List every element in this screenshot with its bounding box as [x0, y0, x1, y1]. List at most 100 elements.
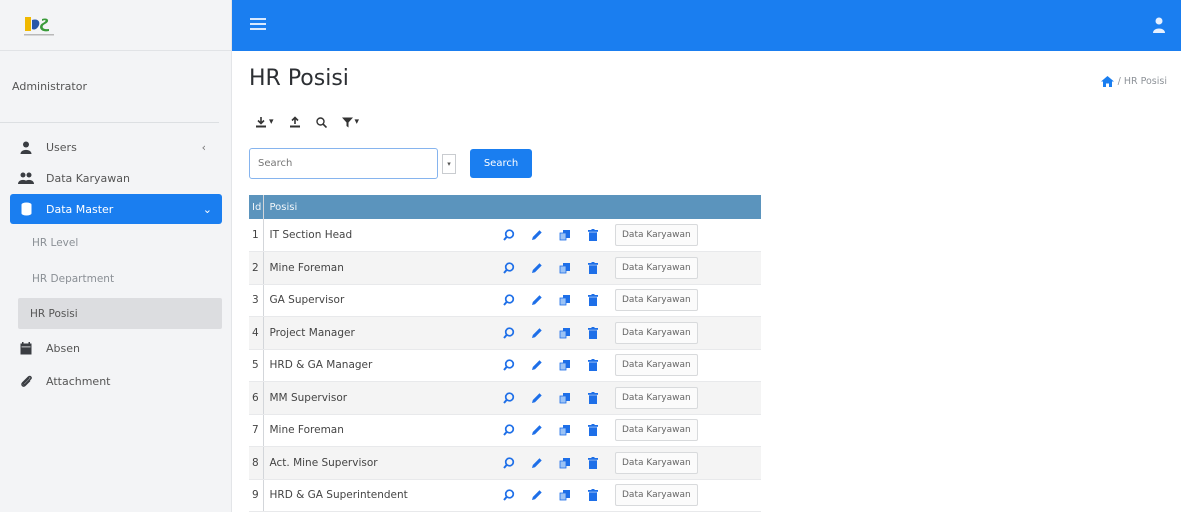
copy-action[interactable]: [551, 381, 579, 415]
trash-icon: [588, 359, 598, 372]
sidebar-item-absen[interactable]: Absen: [0, 333, 232, 364]
trash-icon: [588, 456, 598, 469]
view-action[interactable]: [495, 479, 523, 512]
delete-action[interactable]: [579, 479, 607, 512]
view-action[interactable]: [495, 414, 523, 447]
search-toggle-button[interactable]: [309, 111, 333, 133]
edit-action[interactable]: [523, 479, 551, 512]
filter-icon: [341, 117, 353, 127]
export-button[interactable]: [282, 111, 307, 133]
delete-action[interactable]: [579, 284, 607, 317]
table-row[interactable]: 6 MM Supervisor Data Karyawan: [249, 381, 761, 415]
filter-button[interactable]: ▾: [335, 111, 366, 133]
pencil-icon: [532, 490, 542, 501]
data-karyawan-button[interactable]: Data Karyawan: [615, 224, 698, 246]
delete-action[interactable]: [579, 219, 607, 252]
copy-action[interactable]: [551, 219, 579, 252]
data-karyawan-button[interactable]: Data Karyawan: [615, 354, 698, 377]
table-row[interactable]: 4 Project Manager Data Karyawan: [249, 316, 761, 350]
column-header-id[interactable]: Id: [249, 195, 264, 219]
copy-action[interactable]: [551, 316, 579, 350]
edit-action[interactable]: [523, 446, 551, 480]
delete-action[interactable]: [579, 316, 607, 350]
pencil-icon: [532, 263, 542, 273]
view-action[interactable]: [495, 381, 523, 415]
delete-action[interactable]: [579, 381, 607, 415]
sidebar-subitem-hr-department[interactable]: HR Department: [0, 262, 232, 295]
user-menu-icon[interactable]: [1151, 16, 1167, 34]
view-action[interactable]: [495, 251, 523, 285]
edit-action[interactable]: [523, 381, 551, 415]
edit-action[interactable]: [523, 284, 551, 317]
table-row[interactable]: 8 Act. Mine Supervisor Data Karyawan: [249, 446, 761, 480]
caret-down-icon: ▾: [354, 117, 360, 127]
edit-action[interactable]: [523, 219, 551, 252]
column-header-posisi[interactable]: Posisi: [263, 195, 495, 219]
edit-action[interactable]: [523, 414, 551, 447]
trash-icon: [588, 294, 598, 307]
pencil-icon: [532, 393, 542, 403]
calendar-icon: [18, 341, 34, 357]
table-row[interactable]: 3 GA Supervisor Data Karyawan: [249, 284, 761, 317]
search-button[interactable]: Search: [470, 149, 532, 178]
table-row[interactable]: 9 HRD & GA Superintendent Data Karyawan: [249, 479, 761, 512]
row-button-cell: Data Karyawan: [607, 381, 761, 415]
sidebar-subitem-hr-posisi[interactable]: HR Posisi: [18, 298, 222, 329]
sidebar-item-label: Absen: [46, 342, 80, 355]
data-karyawan-button[interactable]: Data Karyawan: [615, 256, 698, 279]
copy-action[interactable]: [551, 446, 579, 480]
sidebar-item-attachment[interactable]: Attachment: [0, 366, 232, 397]
sidebar-item-data-master[interactable]: Data Master ⌄: [10, 194, 222, 224]
table-row[interactable]: 1 IT Section Head Data Karyawan: [249, 219, 761, 252]
delete-action[interactable]: [579, 414, 607, 447]
delete-action[interactable]: [579, 251, 607, 285]
copy-action[interactable]: [551, 349, 579, 382]
edit-action[interactable]: [523, 251, 551, 285]
top-navbar: [232, 0, 1181, 51]
search-bar: ▾ Search: [249, 148, 532, 179]
sidebar-subitem-hr-level[interactable]: HR Level: [0, 226, 232, 259]
view-icon: [503, 489, 515, 501]
home-icon[interactable]: [1100, 76, 1114, 87]
database-icon: [18, 201, 34, 217]
data-karyawan-button[interactable]: Data Karyawan: [615, 419, 698, 442]
column-header-action: [523, 195, 551, 219]
pencil-icon: [532, 295, 542, 306]
table-row[interactable]: 7 Mine Foreman Data Karyawan: [249, 414, 761, 447]
data-karyawan-button[interactable]: Data Karyawan: [615, 484, 698, 507]
company-logo[interactable]: [22, 11, 56, 39]
import-button[interactable]: ▾: [249, 111, 280, 133]
delete-action[interactable]: [579, 349, 607, 382]
sidebar-item-label: Attachment: [46, 375, 111, 388]
data-karyawan-button[interactable]: Data Karyawan: [615, 451, 698, 474]
view-action[interactable]: [495, 349, 523, 382]
view-action[interactable]: [495, 446, 523, 480]
cell-id: 1: [249, 219, 264, 252]
search-input[interactable]: [249, 148, 438, 179]
table-row[interactable]: 2 Mine Foreman Data Karyawan: [249, 251, 761, 285]
cell-id: 7: [249, 414, 264, 447]
copy-action[interactable]: [551, 479, 579, 512]
sidebar-item-users[interactable]: Users ‹: [0, 132, 232, 163]
copy-action[interactable]: [551, 251, 579, 285]
edit-action[interactable]: [523, 349, 551, 382]
view-action[interactable]: [495, 219, 523, 252]
row-button-cell: Data Karyawan: [607, 316, 761, 350]
data-karyawan-button[interactable]: Data Karyawan: [615, 289, 698, 312]
table-row[interactable]: 5 HRD & GA Manager Data Karyawan: [249, 349, 761, 382]
edit-action[interactable]: [523, 316, 551, 350]
view-action[interactable]: [495, 284, 523, 317]
search-dropdown-toggle[interactable]: ▾: [442, 153, 456, 174]
data-karyawan-button[interactable]: Data Karyawan: [615, 321, 698, 344]
toolbar: ▾ ▾: [249, 111, 366, 133]
view-icon: [503, 424, 515, 436]
copy-action[interactable]: [551, 284, 579, 317]
hamburger-menu-icon[interactable]: [250, 16, 266, 32]
delete-action[interactable]: [579, 446, 607, 480]
data-karyawan-button[interactable]: Data Karyawan: [615, 386, 698, 409]
view-action[interactable]: [495, 316, 523, 350]
copy-action[interactable]: [551, 414, 579, 447]
cell-posisi: Project Manager: [263, 316, 495, 350]
table-header-row: Id Posisi: [249, 195, 761, 219]
sidebar-item-data-karyawan[interactable]: Data Karyawan: [0, 163, 232, 194]
